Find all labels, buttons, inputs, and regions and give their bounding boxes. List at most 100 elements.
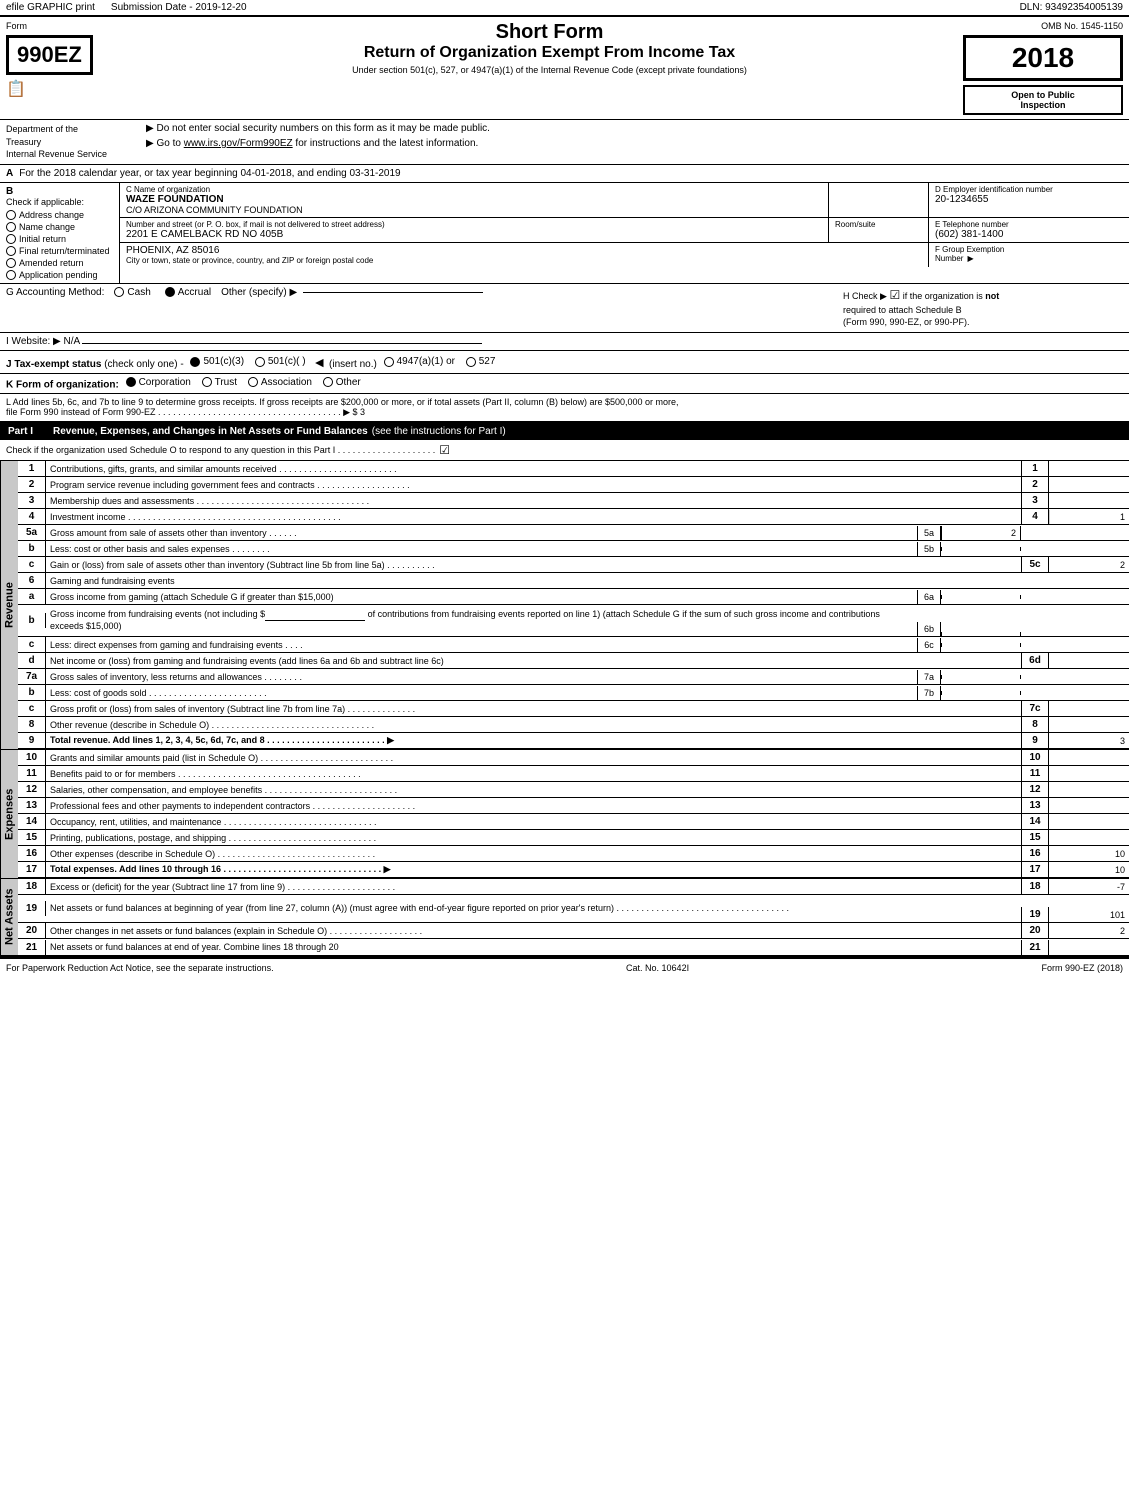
- 4947-option: 4947(a)(1) or: [384, 356, 455, 367]
- social-security-notice: ▶ Do not enter social security numbers o…: [146, 123, 1113, 134]
- address-radio[interactable]: [6, 210, 16, 220]
- check-address: Address change: [6, 210, 113, 220]
- l-text2: file Form 990 instead of Form 990-EZ . .…: [6, 407, 1123, 418]
- table-row: 7a Gross sales of inventory, less return…: [18, 669, 1129, 685]
- assoc-label: Association: [261, 377, 312, 388]
- header-left: Form 990EZ 📋: [6, 21, 136, 115]
- g-label: G Accounting Method:: [6, 287, 104, 298]
- spacer-6: [1021, 579, 1049, 583]
- c-label: C Name of organization: [126, 185, 822, 194]
- row-line-18: 18: [1021, 879, 1049, 894]
- short-form-title: Short Form: [146, 21, 953, 44]
- row-value-2: [1049, 483, 1129, 487]
- other-org-radio[interactable]: [323, 377, 333, 387]
- dept-line3: Internal Revenue Service: [6, 148, 136, 161]
- row-desc-6d: Net income or (loss) from gaming and fun…: [46, 654, 1021, 668]
- row-desc-17: Total expenses. Add lines 10 through 16 …: [46, 862, 1021, 877]
- part-i-see: (see the instructions for Part I): [372, 426, 506, 437]
- 501c-radio[interactable]: [255, 357, 265, 367]
- row-num-16: 16: [18, 846, 46, 861]
- f-arrow: ▶: [967, 254, 973, 263]
- 527-radio[interactable]: [466, 357, 476, 367]
- row-num-6b: b: [18, 613, 46, 628]
- row-value-5c: 2: [1049, 558, 1129, 572]
- row-line-8: 8: [1021, 717, 1049, 732]
- row-desc-21: Net assets or fund balances at end of ye…: [46, 940, 1021, 954]
- cat-no: Cat. No. 10642I: [626, 963, 689, 973]
- row-num-1: 1: [18, 461, 46, 476]
- initial-radio[interactable]: [6, 234, 16, 244]
- form-label: Form: [6, 21, 136, 31]
- dept-line1: Department of the: [6, 123, 136, 136]
- corp-radio[interactable]: [126, 377, 136, 387]
- row-line-17: 17: [1021, 862, 1049, 877]
- f-number-row: Number ▶: [935, 254, 1123, 263]
- name-radio[interactable]: [6, 222, 16, 232]
- revenue-label: Revenue: [0, 461, 18, 749]
- row-line-16: 16: [1021, 846, 1049, 861]
- trust-radio[interactable]: [202, 377, 212, 387]
- h-checkbox[interactable]: ☑: [889, 288, 900, 302]
- link-suffix: for instructions and the latest informat…: [295, 138, 478, 149]
- row-line-11: 11: [1021, 766, 1049, 781]
- city-row: PHOENIX, AZ 85016 City or town, state or…: [120, 243, 1129, 267]
- triangle-icon: ◄: [312, 354, 326, 370]
- table-row: 11 Benefits paid to or for members . . .…: [18, 766, 1129, 782]
- row-num-17: 17: [18, 862, 46, 877]
- open-public-box: Open to PublicInspection: [963, 85, 1123, 115]
- ein-value: 20-1234655: [935, 194, 1123, 205]
- row-value-10: [1049, 756, 1129, 760]
- row-num-7a: 7a: [18, 669, 46, 684]
- 4947-radio[interactable]: [384, 357, 394, 367]
- city-label: City or town, state or province, country…: [126, 256, 922, 265]
- part-i-title: Revenue, Expenses, and Changes in Net As…: [53, 426, 368, 437]
- final-radio[interactable]: [6, 246, 16, 256]
- assoc-radio[interactable]: [248, 377, 258, 387]
- irs-link[interactable]: www.irs.gov/Form990EZ: [184, 138, 293, 149]
- h-label: H Check ▶: [843, 291, 887, 301]
- year-box: 2018: [963, 35, 1123, 81]
- row-line-20: 20: [1021, 923, 1049, 938]
- street-value: 2201 E CAMELBACK RD NO 405B: [126, 229, 822, 240]
- omb-text: OMB No. 1545-1150: [963, 21, 1123, 31]
- row-value-7b: [1049, 691, 1129, 695]
- check-line-text: Check if the organization used Schedule …: [6, 445, 435, 455]
- final-label: Final return/terminated: [19, 246, 110, 256]
- row-desc-13: Professional fees and other payments to …: [46, 799, 1021, 813]
- amended-radio[interactable]: [6, 258, 16, 268]
- table-row: b Gross income from fundraising events (…: [18, 605, 1129, 637]
- row-line-4: 4: [1021, 509, 1049, 524]
- table-row: 20 Other changes in net assets or fund b…: [18, 923, 1129, 939]
- j-note: (check only one) -: [104, 359, 186, 370]
- table-row: 15 Printing, publications, postage, and …: [18, 830, 1129, 846]
- row-desc-20: Other changes in net assets or fund bala…: [46, 924, 1021, 938]
- row-num-5a: 5a: [18, 525, 46, 540]
- accrual-radio[interactable]: [165, 287, 175, 297]
- row-line-15: 15: [1021, 830, 1049, 845]
- page-container: efile GRAPHIC print Submission Date - 20…: [0, 0, 1129, 977]
- row-value-3: [1049, 499, 1129, 503]
- 501c3-radio[interactable]: [190, 357, 200, 367]
- row-num-6d: d: [18, 653, 46, 668]
- section-a-text: For the 2018 calendar year, or tax year …: [19, 168, 291, 179]
- row-num-3: 3: [18, 493, 46, 508]
- h-section: H Check ▶ ☑ if the organization is notre…: [843, 287, 1123, 329]
- dept-section: Department of the Treasury Internal Reve…: [0, 120, 1129, 165]
- table-row: 1 Contributions, gifts, grants, and simi…: [18, 461, 1129, 477]
- part-i-label: Part I: [8, 426, 33, 437]
- and-ending: , and ending 03-31-2019: [292, 168, 401, 179]
- table-row: 9 Total revenue. Add lines 1, 2, 3, 4, 5…: [18, 733, 1129, 749]
- cash-radio[interactable]: [114, 287, 124, 297]
- check-items: Address change Name change Initial retur…: [6, 210, 113, 280]
- accrual-option: Accrual: [165, 287, 211, 298]
- form-label-footer: Form 990-EZ (2018): [1041, 963, 1123, 973]
- row-num-20: 20: [18, 923, 46, 938]
- check-applicable-label: Check if applicable:: [6, 197, 113, 207]
- pending-radio[interactable]: [6, 270, 16, 280]
- year-number: 2018: [976, 42, 1110, 74]
- check-final: Final return/terminated: [6, 246, 113, 256]
- row-value-7c: [1049, 707, 1129, 711]
- row-desc-19: Net assets or fund balances at beginning…: [46, 901, 1021, 917]
- table-row: b Less: cost or other basis and sales ex…: [18, 541, 1129, 557]
- care-of-name: C/O ARIZONA COMMUNITY FOUNDATION: [126, 205, 822, 215]
